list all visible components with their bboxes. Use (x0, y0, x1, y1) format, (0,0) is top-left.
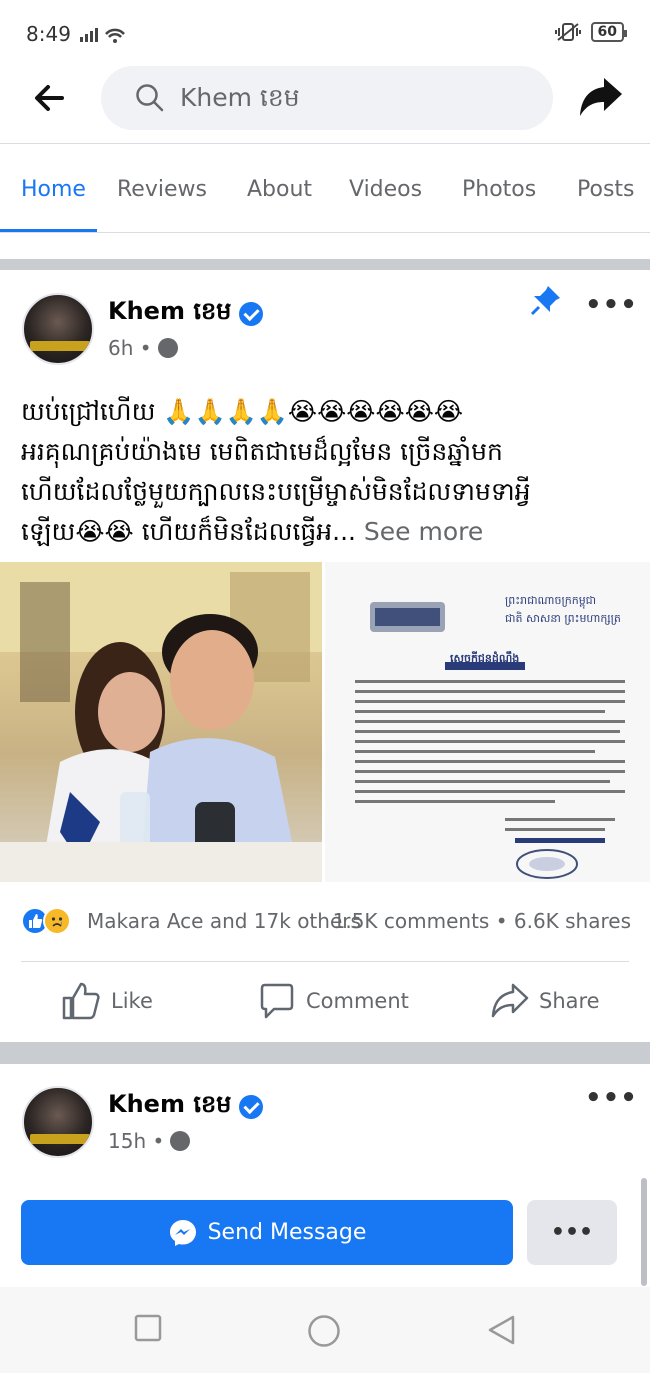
comment-icon (260, 983, 294, 1019)
avatar[interactable] (22, 293, 94, 365)
see-more-link[interactable]: See more (364, 517, 483, 546)
status-bar: 8:49 60 (0, 0, 650, 62)
like-label: Like (111, 989, 153, 1013)
couple-photo-illustration (0, 562, 322, 882)
author-name[interactable]: Khem ខេម (108, 1089, 231, 1124)
signal-icon (80, 28, 125, 43)
tab-photos[interactable]: Photos (462, 177, 536, 202)
more-options-button[interactable]: ••• (527, 1200, 617, 1265)
globe-icon (157, 338, 178, 358)
post-timestamp: 15h • (108, 1129, 165, 1153)
recent-apps-icon[interactable] (134, 1314, 162, 1342)
pin-icon (530, 286, 560, 316)
tab-about[interactable]: About (247, 177, 312, 202)
globe-icon (170, 1131, 191, 1151)
battery-indicator: 60 (590, 22, 628, 42)
verified-badge-icon (239, 1094, 264, 1119)
search-header: Khem ខេម (0, 62, 650, 144)
like-button[interactable]: Like (61, 982, 153, 1020)
post-text-line: យប់ជ្រៅហើយ 🙏🙏🙏🙏😭😭😭😭😭😭 (21, 397, 464, 426)
send-message-label: Send Message (207, 1220, 367, 1245)
section-divider (0, 1042, 650, 1064)
tab-active-indicator (0, 229, 97, 232)
post-stats[interactable]: 1.5K comments • 6.6K shares (333, 909, 631, 933)
document-subheader: ជាតិ សាសនា ព្រះមហាក្សត្រ (505, 612, 621, 625)
tab-videos[interactable]: Videos (349, 177, 422, 202)
send-message-button[interactable]: Send Message (21, 1200, 513, 1265)
system-nav-bar (0, 1287, 650, 1373)
scrollbar[interactable] (641, 1178, 647, 1286)
share-outline-icon (491, 983, 529, 1018)
post-timestamp: 6h • (108, 336, 152, 360)
comment-button[interactable]: Comment (258, 982, 409, 1020)
share-button[interactable]: Share (491, 982, 600, 1020)
post-author[interactable]: Khem ខេម (108, 1089, 264, 1124)
page-tabs: Home Reviews About Videos Photos Posts (0, 145, 650, 233)
post-options-button[interactable]: ••• (585, 290, 638, 320)
reactions-bar[interactable]: Makara Ace and 17k others 1.5K comments … (21, 905, 631, 939)
back-arrow-icon[interactable] (30, 78, 70, 118)
document-heading: សេចក្តីជូនដំណឹង (450, 652, 520, 665)
verified-badge-icon (239, 301, 264, 326)
section-divider (0, 259, 650, 270)
reaction-names[interactable]: Makara Ace and 17k others (87, 909, 361, 933)
status-time: 8:49 (26, 22, 71, 46)
search-input[interactable]: Khem ខេម (101, 66, 553, 130)
post-options-button[interactable]: ••• (585, 1083, 638, 1113)
share-label: Share (539, 989, 600, 1013)
post-author[interactable]: Khem ខេម (108, 296, 264, 331)
back-icon[interactable] (486, 1314, 516, 1346)
post-actions: Like Comment Share (21, 961, 629, 1041)
share-icon[interactable] (578, 76, 624, 120)
search-icon (136, 84, 164, 112)
tab-reviews[interactable]: Reviews (117, 177, 207, 202)
comment-label: Comment (306, 989, 409, 1013)
post-photo-couple[interactable] (0, 562, 322, 882)
sad-reaction-icon (43, 907, 71, 935)
post-photo-document[interactable]: ព្រះរាជាណាចក្រកម្ពុជា ជាតិ សាសនា ព្រះមហា… (325, 562, 650, 882)
tab-home[interactable]: Home (21, 177, 86, 202)
post-text-line: ឡើយ😭😭 ហើយក៏មិនដែលធ្វើអ... (21, 517, 356, 546)
post-text-line: អរគុណគ្រប់យ៉ាងមេ មេពិតជាមេដ៏ល្អមែន ច្រើន… (21, 437, 503, 466)
like-icon (62, 982, 100, 1020)
search-query: Khem ខេម (180, 83, 300, 112)
avatar[interactable] (22, 1086, 94, 1158)
messenger-icon (169, 1219, 196, 1246)
author-name[interactable]: Khem ខេម (108, 296, 231, 331)
home-icon[interactable] (307, 1314, 341, 1348)
document-illustration (355, 602, 625, 879)
post-time: 6h • (108, 336, 178, 360)
post-text: យប់ជ្រៅហើយ 🙏🙏🙏🙏😭😭😭😭😭😭 អរគុណគ្រប់យ៉ាងមេ ម… (21, 392, 631, 552)
post-text-line: ហើយដែលថ្លែមួយក្បាលនេះបម្រើម្ចាស់មិនដែលទា… (21, 477, 531, 506)
tab-posts[interactable]: Posts (577, 177, 635, 202)
post-time: 15h • (108, 1129, 191, 1153)
document-header: ព្រះរាជាណាចក្រកម្ពុជា (505, 594, 597, 607)
vibrate-icon (554, 23, 581, 41)
